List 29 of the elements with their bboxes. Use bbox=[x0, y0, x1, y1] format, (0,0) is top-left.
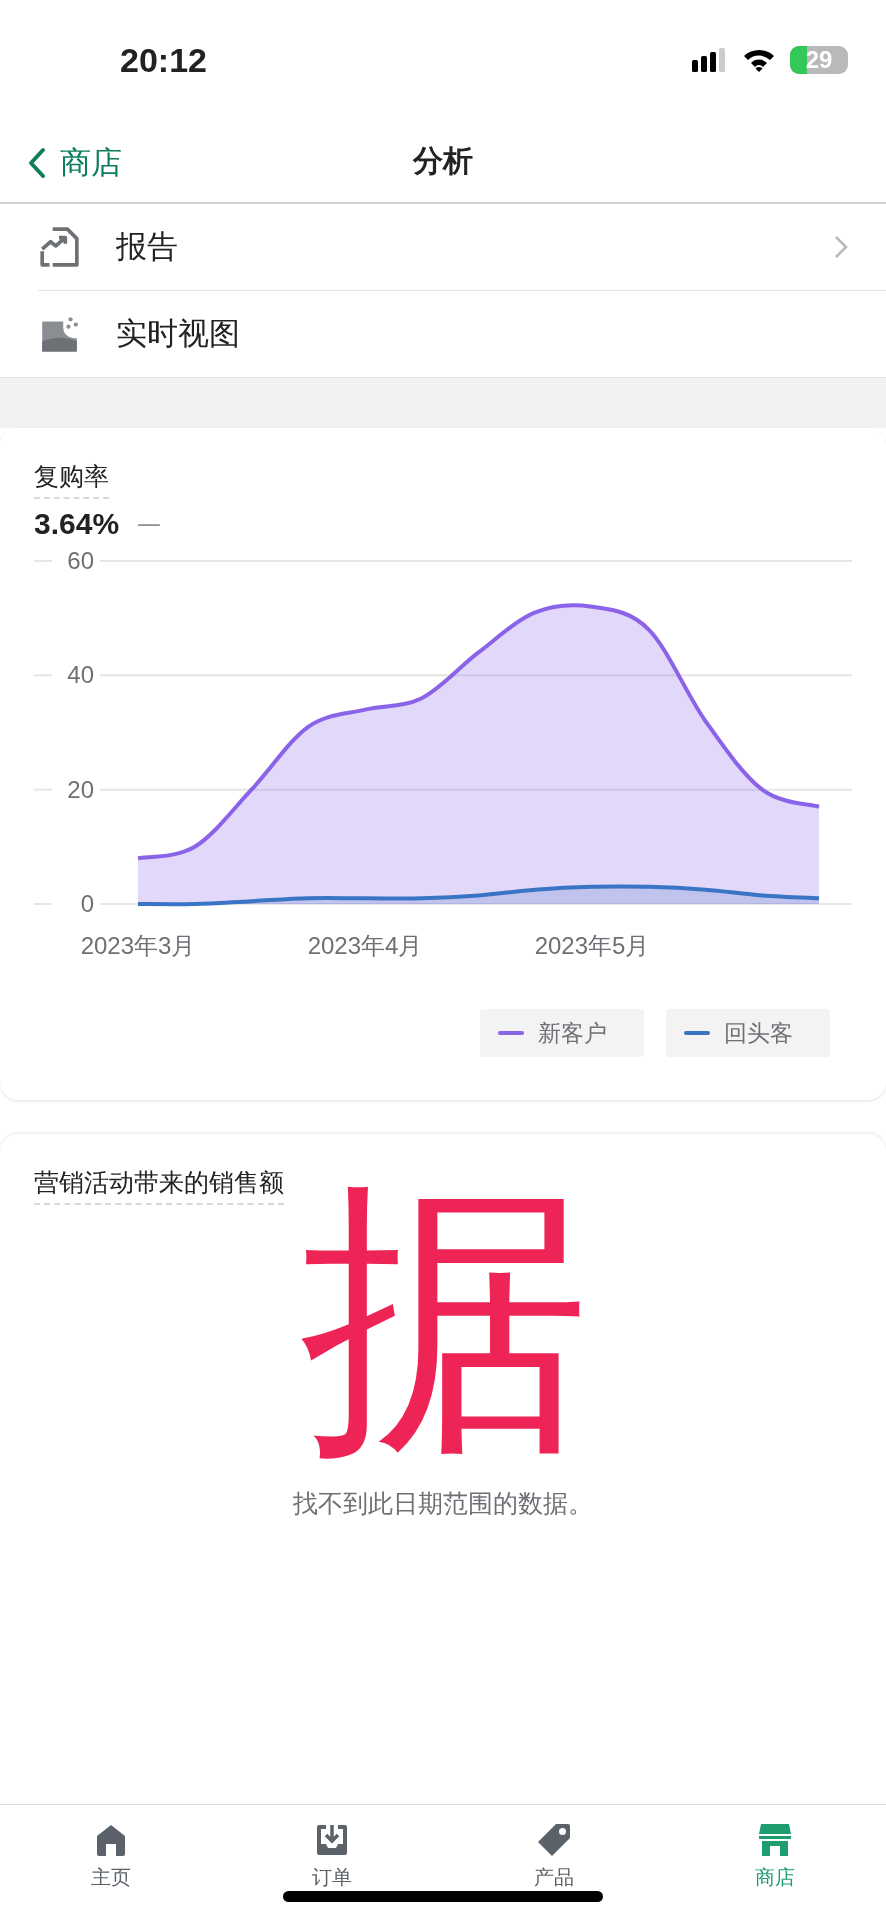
storefront-icon bbox=[757, 1822, 794, 1858]
metric-value: 3.64% bbox=[34, 507, 120, 541]
handwritten-annotation: 据 bbox=[300, 1174, 590, 1464]
x-axis-label: 2023年3月 bbox=[80, 932, 196, 959]
y-axis-label: 0 bbox=[80, 890, 94, 917]
menu-item[interactable]: 实时视图 bbox=[38, 291, 886, 377]
page-title: 分析 bbox=[413, 141, 473, 180]
y-axis-label: 60 bbox=[67, 547, 94, 574]
tab[interactable]: 商店 bbox=[715, 1821, 836, 1892]
metric-change: — bbox=[137, 510, 162, 538]
status-time: 20:12 bbox=[120, 40, 207, 80]
tab[interactable]: 产品 bbox=[493, 1821, 614, 1892]
empty-message: 找不到此日期范围的数据。 bbox=[293, 1488, 593, 1520]
menu-item[interactable]: 报告 bbox=[38, 204, 886, 291]
legend-item[interactable]: 回头客 bbox=[666, 1009, 830, 1057]
wifi-icon bbox=[742, 48, 776, 72]
back-button[interactable]: 商店 bbox=[24, 138, 126, 188]
report-icon bbox=[38, 226, 80, 268]
signal-icon bbox=[692, 48, 728, 72]
y-axis-label: 40 bbox=[67, 661, 94, 689]
x-axis-label: 2023年5月 bbox=[534, 932, 650, 959]
legend-item[interactable]: 新客户 bbox=[480, 1009, 644, 1057]
tab[interactable]: 主页 bbox=[50, 1821, 171, 1892]
back-chevron-icon bbox=[28, 147, 46, 179]
tab[interactable]: 订单 bbox=[272, 1821, 393, 1892]
x-axis-label: 2023年4月 bbox=[307, 932, 423, 959]
card-title: 复购率 bbox=[34, 460, 109, 499]
card-title: 营销活动带来的销售额 bbox=[34, 1166, 284, 1205]
y-axis-label: 20 bbox=[67, 775, 94, 803]
